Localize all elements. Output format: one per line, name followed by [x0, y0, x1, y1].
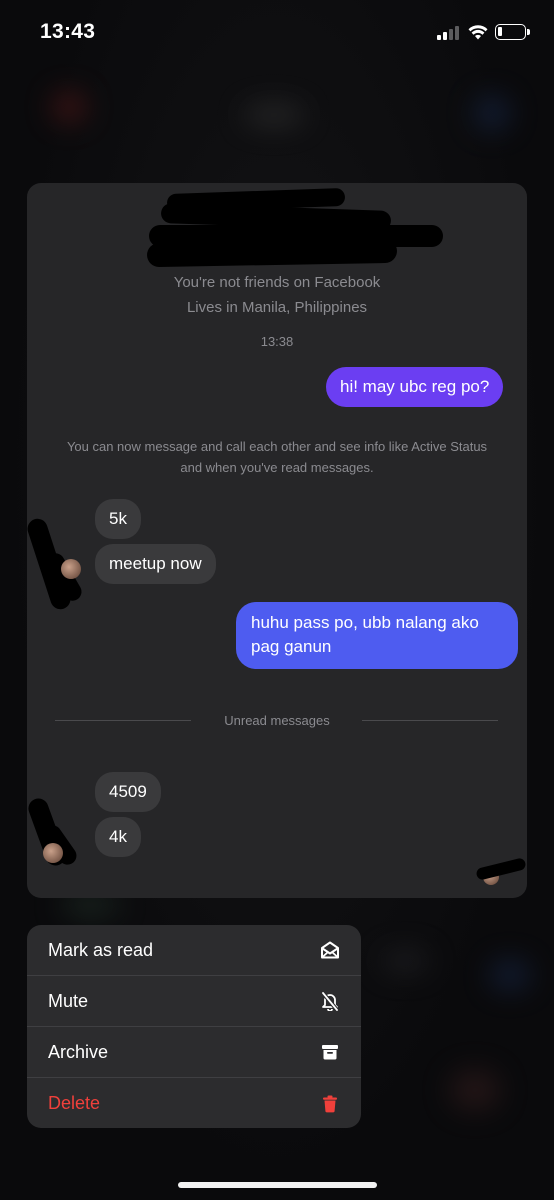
incoming-message-bubble[interactable]: meetup now — [95, 544, 216, 584]
background-blur — [474, 96, 510, 130]
incoming-message-bubble[interactable]: 5k — [95, 499, 141, 539]
home-indicator[interactable] — [178, 1182, 377, 1188]
background-blur — [52, 92, 86, 122]
conversation-preview[interactable]: You're not friends on Facebook Lives in … — [27, 183, 527, 898]
menu-item-delete[interactable]: Delete — [27, 1078, 361, 1128]
menu-item-label: Mark as read — [48, 939, 154, 960]
menu-item-mute[interactable]: Mute — [27, 976, 361, 1027]
redacted-avatar-scribble — [475, 857, 527, 881]
archive-box-icon — [320, 1042, 340, 1062]
incoming-message-bubble[interactable]: 4509 — [95, 772, 161, 812]
wifi-icon — [468, 25, 488, 40]
unread-divider-line — [362, 720, 498, 721]
menu-item-label: Mute — [48, 990, 89, 1011]
cellular-signal-icon — [437, 26, 462, 40]
sender-avatar — [61, 559, 81, 579]
message-timestamp: 13:38 — [260, 334, 294, 349]
friend-status-text: You're not friends on Facebook — [173, 274, 381, 291]
background-blur — [243, 104, 305, 126]
incoming-message-bubble[interactable]: 4k — [95, 817, 141, 857]
menu-item-label: Delete — [48, 1093, 101, 1113]
outgoing-message-bubble[interactable]: huhu pass po, ubb nalang ako pag ganun — [236, 602, 518, 669]
status-bar: 13:43 — [0, 0, 554, 66]
background-blur — [380, 950, 430, 972]
location-text: Lives in Manila, Philippines — [186, 299, 368, 316]
redacted-name-scribble — [146, 238, 398, 268]
outgoing-message-bubble[interactable]: hi! may ubc reg po? — [326, 367, 504, 407]
status-time: 13:43 — [40, 20, 96, 43]
screen: 13:43 You're not friends on Facebook Liv… — [0, 0, 554, 1200]
system-notice-text: You can now message and call each other … — [66, 439, 488, 475]
menu-item-archive[interactable]: Archive — [27, 1027, 361, 1078]
sender-avatar — [43, 843, 63, 863]
battery-icon — [495, 24, 530, 40]
background-blur — [490, 960, 530, 990]
menu-item-mark-as-read[interactable]: Mark as read — [27, 925, 361, 976]
background-blur — [450, 1070, 500, 1110]
trash-icon — [320, 1094, 340, 1114]
conversation-context-menu: Mark as read Mute Archive Delete — [27, 925, 361, 1128]
bell-slash-icon — [320, 991, 340, 1011]
menu-item-label: Archive — [48, 1041, 109, 1062]
envelope-open-icon — [320, 940, 340, 960]
